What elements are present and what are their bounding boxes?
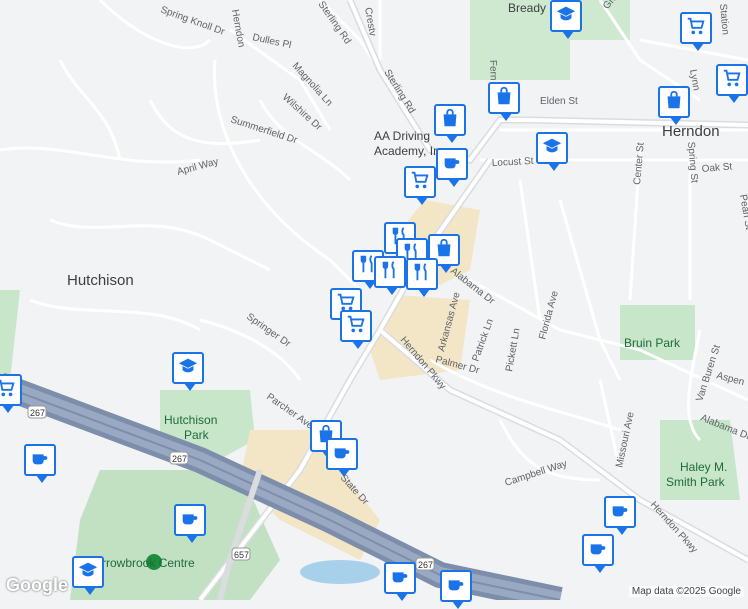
poi-marker[interactable] bbox=[384, 562, 416, 601]
poi-marker[interactable] bbox=[0, 374, 22, 413]
street-label: Campbell Way bbox=[504, 458, 569, 488]
coffee-icon bbox=[609, 499, 631, 526]
school-icon bbox=[177, 355, 199, 382]
route-shield: 267 bbox=[172, 454, 187, 464]
poi-marker[interactable] bbox=[174, 504, 206, 543]
business-label: Bready bbox=[508, 1, 546, 15]
route-shield: 267 bbox=[30, 408, 45, 418]
poi-marker[interactable] bbox=[582, 534, 614, 573]
route-shield: 657 bbox=[234, 550, 249, 560]
shopping-bag-icon bbox=[663, 89, 685, 116]
street-label: Elden St bbox=[540, 96, 578, 107]
street-label: Center St bbox=[632, 142, 647, 185]
poi-marker[interactable] bbox=[658, 86, 690, 125]
street-label: Pearl St bbox=[737, 194, 748, 231]
poi-marker[interactable] bbox=[72, 556, 104, 595]
restaurant-icon bbox=[411, 261, 433, 288]
street-label: Parcher Ave bbox=[264, 391, 315, 431]
poi-marker[interactable] bbox=[716, 64, 748, 103]
park-label: Haley M. bbox=[680, 460, 727, 474]
coffee-icon bbox=[587, 537, 609, 564]
shopping-cart-icon bbox=[345, 313, 367, 340]
route-shield: 267 bbox=[418, 560, 433, 570]
school-icon bbox=[555, 3, 577, 30]
street-label: Sterling Rd bbox=[316, 0, 353, 46]
poi-marker[interactable] bbox=[24, 444, 56, 483]
street-label: Oak St bbox=[701, 161, 733, 175]
poi-marker[interactable] bbox=[340, 310, 372, 349]
coffee-icon bbox=[331, 441, 353, 468]
street-label: Spring St bbox=[685, 141, 700, 183]
school-icon bbox=[77, 559, 99, 586]
park-area bbox=[620, 305, 695, 360]
place-label-herndon: Herndon bbox=[662, 123, 720, 140]
poi-marker[interactable] bbox=[404, 166, 436, 205]
shopping-bag-icon bbox=[493, 85, 515, 112]
street-label: Locust St bbox=[492, 156, 534, 169]
street-label: Sterling Rd bbox=[381, 68, 417, 116]
water-area bbox=[300, 560, 380, 584]
poi-marker[interactable] bbox=[550, 0, 582, 39]
street-label: Fern bbox=[487, 60, 499, 81]
park-label: Hutchison bbox=[164, 413, 217, 427]
poi-marker[interactable] bbox=[440, 570, 472, 609]
poi-marker[interactable] bbox=[488, 82, 520, 121]
local-streets bbox=[0, 0, 748, 482]
poi-marker[interactable] bbox=[434, 104, 466, 143]
map-canvas[interactable]: Spring Knoll Dr Herndon Sterling Rd Cres… bbox=[0, 0, 748, 609]
poi-marker[interactable] bbox=[604, 496, 636, 535]
shopping-cart-icon bbox=[685, 15, 707, 42]
coffee-icon bbox=[29, 447, 51, 474]
street-label: Springer Dr bbox=[244, 311, 293, 350]
street-label: Herndon bbox=[229, 9, 246, 49]
park-label: Bruin Park bbox=[624, 336, 681, 350]
park-label: Arrowbrook Centre bbox=[94, 556, 195, 570]
poi-marker[interactable] bbox=[406, 258, 438, 297]
coffee-icon bbox=[445, 573, 467, 600]
place-label-hutchison: Hutchison bbox=[67, 272, 134, 289]
school-icon bbox=[541, 135, 563, 162]
coffee-icon bbox=[179, 507, 201, 534]
park-label: Smith Park bbox=[666, 475, 726, 489]
coffee-icon bbox=[441, 151, 463, 178]
poi-marker[interactable] bbox=[326, 438, 358, 477]
street-label: Patrick Ln bbox=[470, 317, 496, 363]
poi-marker[interactable] bbox=[436, 148, 468, 187]
street-label: Spring Knoll Dr bbox=[159, 4, 227, 38]
restaurant-icon bbox=[379, 259, 401, 286]
business-label: AA Driving bbox=[374, 129, 430, 143]
coffee-icon bbox=[389, 565, 411, 592]
shopping-cart-icon bbox=[409, 169, 431, 196]
google-logo: Google bbox=[6, 575, 68, 595]
poi-marker[interactable] bbox=[374, 256, 406, 295]
poi-marker[interactable] bbox=[172, 352, 204, 391]
shopping-bag-icon bbox=[439, 107, 461, 134]
shopping-cart-icon bbox=[0, 377, 17, 404]
poi-marker[interactable] bbox=[536, 132, 568, 171]
shopping-cart-icon bbox=[721, 67, 743, 94]
map-attribution[interactable]: Map data ©2025 Google bbox=[628, 586, 744, 597]
poi-marker[interactable] bbox=[680, 12, 712, 51]
street-label: Florida Ave bbox=[537, 289, 561, 340]
street-label: Pickett Ln bbox=[504, 327, 522, 372]
park-area bbox=[0, 290, 20, 380]
street-label: Missouri Ave bbox=[614, 411, 637, 469]
street-label: Station bbox=[717, 3, 731, 35]
park-label: Park bbox=[184, 428, 210, 442]
